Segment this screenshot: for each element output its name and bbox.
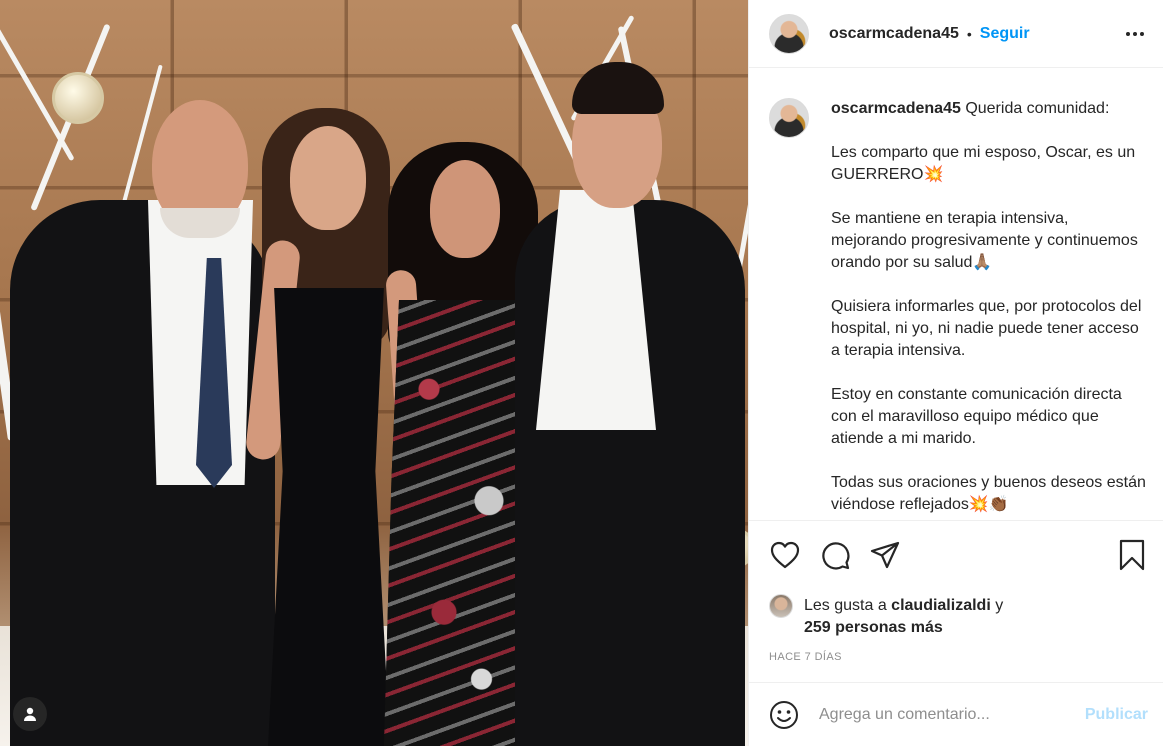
comment-icon — [822, 542, 850, 570]
caption-username[interactable]: oscarmcadena45 — [831, 100, 961, 117]
caption-paragraph: Les comparto que mi esposo, Oscar, es un… — [831, 144, 1136, 183]
post-side-panel: oscarmcadena45 • Seguir oscarmcadena45 Q… — [748, 0, 1163, 746]
likes-count-link[interactable]: 259 personas más — [804, 619, 943, 636]
caption-text: oscarmcadena45 Querida comunidad: Les co… — [831, 98, 1147, 520]
save-button[interactable] — [1116, 539, 1148, 571]
publish-button[interactable]: Publicar — [1085, 706, 1148, 724]
header-username[interactable]: oscarmcadena45 — [829, 25, 959, 43]
comment-button[interactable] — [819, 539, 851, 571]
more-options-button[interactable] — [1123, 22, 1147, 46]
liker-username[interactable]: claudializaldi — [891, 597, 991, 614]
emoji-button[interactable] — [769, 700, 799, 730]
more-options-icon — [1126, 31, 1130, 36]
follow-button[interactable]: Seguir — [980, 25, 1030, 43]
likes-prefix: Les gusta a — [804, 597, 892, 614]
heart-icon — [770, 541, 800, 569]
emoji-icon — [770, 700, 798, 729]
user-tag-icon — [24, 707, 36, 721]
more-options-icon — [1133, 31, 1137, 36]
share-button[interactable] — [869, 539, 901, 571]
comment-input[interactable] — [819, 705, 1073, 724]
post-photo[interactable] — [0, 0, 748, 746]
caption-paragraph: Se mantiene en terapia intensiva, mejora… — [831, 210, 1138, 271]
caption-paragraph: Estoy en constante comunicación directa … — [831, 386, 1122, 447]
caption-paragraph: Todas sus oraciones y buenos deseos está… — [831, 474, 1146, 513]
caption-area[interactable]: oscarmcadena45 Querida comunidad: Les co… — [749, 68, 1163, 520]
like-button[interactable] — [769, 539, 801, 571]
actions-section: Les gusta a claudializaldi y 259 persona… — [749, 520, 1163, 663]
likes-connector: y — [990, 597, 1004, 614]
action-icons — [769, 539, 1148, 571]
avatar[interactable] — [769, 98, 809, 138]
separator-dot: • — [966, 25, 972, 42]
post-header: oscarmcadena45 • Seguir — [749, 0, 1163, 68]
caption-paragraph-text: Querida comunidad: — [965, 100, 1110, 117]
caption-row: oscarmcadena45 Querida comunidad: Les co… — [769, 98, 1147, 520]
share-icon — [870, 541, 900, 569]
decor-ornament — [52, 72, 104, 124]
bookmark-icon — [1119, 539, 1145, 571]
avatar[interactable] — [769, 594, 793, 618]
more-options-icon — [1140, 31, 1144, 36]
user-tag-button[interactable] — [13, 697, 47, 731]
caption-paragraph: oscarmcadena45 Querida comunidad: — [831, 98, 1147, 120]
caption-paragraph: Quisiera informarles que, por protocolos… — [831, 298, 1142, 359]
comment-bar: Publicar — [749, 682, 1163, 746]
likes-text: Les gusta a claudializaldi y 259 persona… — [804, 595, 1003, 639]
avatar[interactable] — [769, 13, 809, 54]
likes-summary: Les gusta a claudializaldi y 259 persona… — [769, 594, 1148, 639]
post-timestamp[interactable]: HACE 7 DÍAS — [769, 651, 1148, 663]
